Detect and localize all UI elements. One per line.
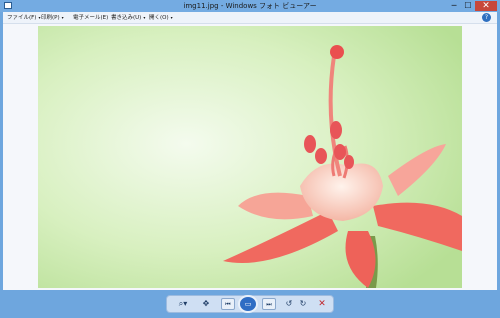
- next-icon[interactable]: ⏭: [262, 298, 276, 310]
- zoom-icon[interactable]: ⌕▾: [174, 298, 192, 310]
- maximize-button[interactable]: ☐: [461, 1, 475, 11]
- chevron-down-icon: ▾: [61, 15, 64, 20]
- menu-file-label: ファイル(F): [7, 15, 37, 21]
- menu-burn-label: 書き込み(U): [111, 15, 142, 21]
- menu-print-label: 印刷(P): [41, 15, 60, 21]
- menu-email[interactable]: 電子メール(E): [73, 12, 108, 24]
- rotate-right-icon[interactable]: ↻: [298, 298, 308, 310]
- menu-burn[interactable]: 書き込み(U) ▾: [111, 12, 145, 24]
- window-title: img11.jpg - Windows フォト ビューアー: [183, 2, 317, 10]
- help-icon[interactable]: ?: [482, 13, 491, 22]
- slideshow-icon[interactable]: ▭: [238, 295, 258, 313]
- photo[interactable]: [38, 26, 462, 288]
- minimize-button[interactable]: ─: [447, 1, 461, 11]
- fit-window-icon[interactable]: ✥: [200, 298, 212, 310]
- delete-icon[interactable]: ✕: [317, 298, 327, 310]
- menu-print[interactable]: 印刷(P) ▾: [41, 12, 64, 24]
- menu-file[interactable]: ファイル(F) ▾: [7, 12, 40, 24]
- chevron-down-icon: ▾: [143, 15, 146, 20]
- menu-open[interactable]: 開く(O) ▾: [149, 12, 173, 24]
- close-button[interactable]: ✕: [475, 1, 497, 11]
- rotate-left-icon[interactable]: ↺: [284, 298, 294, 310]
- menu-email-label: 電子メール(E): [73, 15, 109, 21]
- image-viewer: [3, 24, 497, 290]
- title-bar: img11.jpg - Windows フォト ビューアー ─ ☐ ✕: [0, 0, 500, 12]
- previous-icon[interactable]: ⏮: [221, 298, 235, 310]
- chevron-down-icon: ▾: [170, 15, 173, 20]
- menu-bar: ファイル(F) ▾ 印刷(P) ▾ 電子メール(E) 書き込み(U) ▾ 開く(O) ▾…: [3, 12, 497, 24]
- flower-image: [38, 26, 462, 288]
- menu-open-label: 開く(O): [149, 15, 169, 21]
